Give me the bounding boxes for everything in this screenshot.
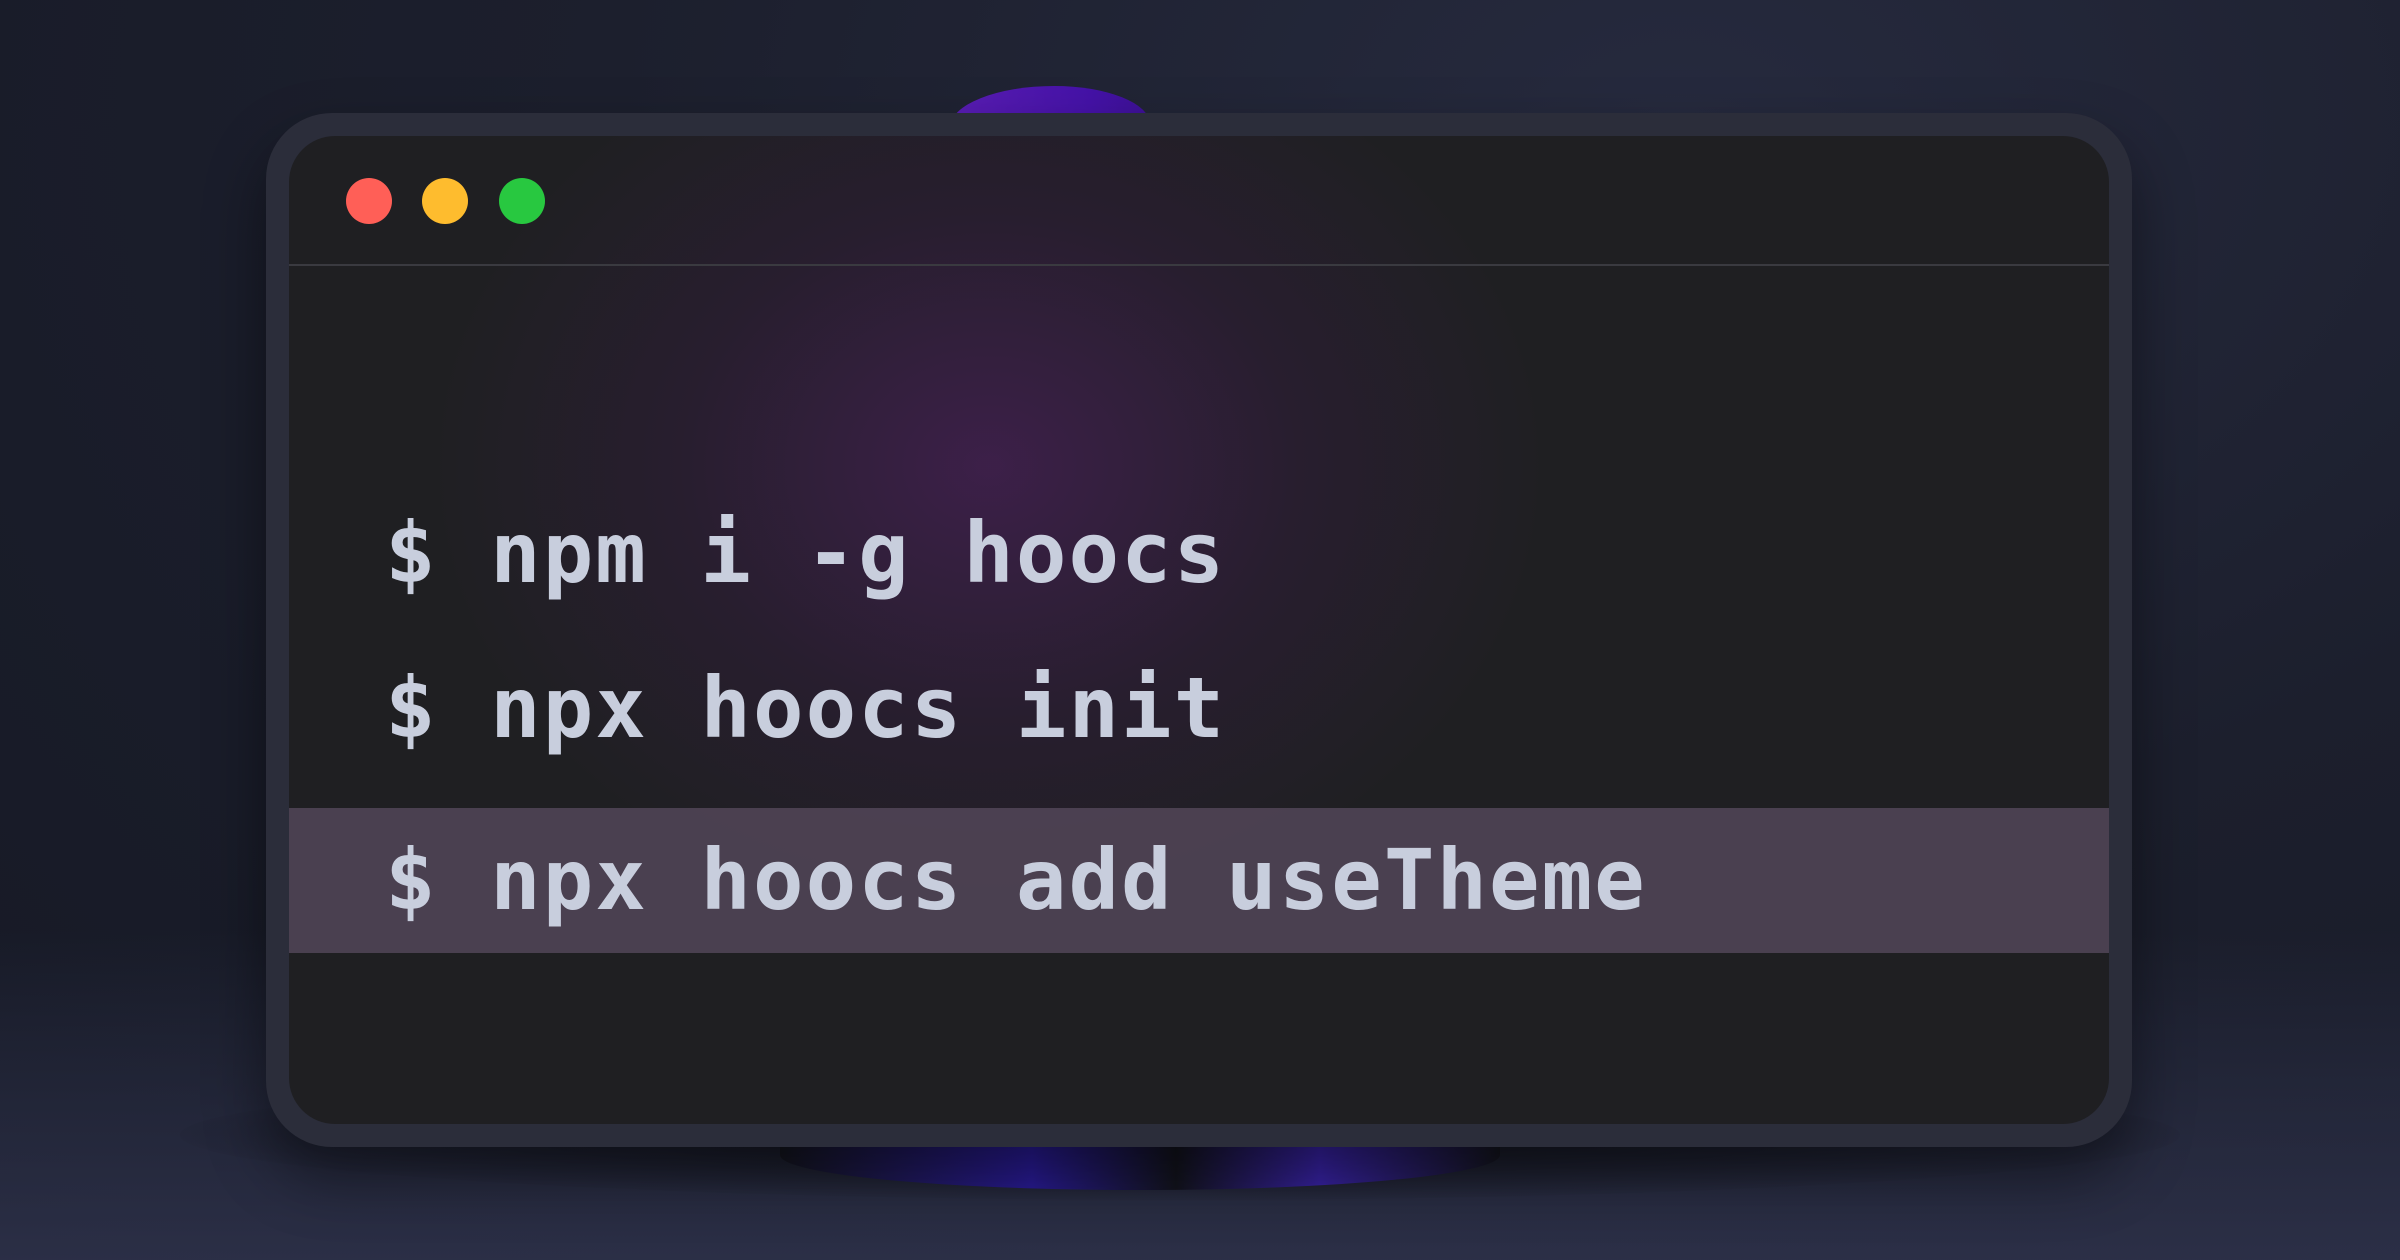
terminal-line-highlighted[interactable]: $ npx hoocs add useTheme: [289, 808, 2109, 953]
terminal-window: $ npm i -g hoocs $ npx hoocs init $ npx …: [289, 136, 2109, 1124]
terminal-line: $ npx hoocs init: [385, 659, 1227, 757]
title-bar: [289, 136, 2109, 266]
device-frame: $ npm i -g hoocs $ npx hoocs init $ npx …: [266, 113, 2132, 1147]
close-button[interactable]: [346, 178, 392, 224]
minimize-button[interactable]: [422, 178, 468, 224]
maximize-button[interactable]: [499, 178, 545, 224]
terminal-line: $ npm i -g hoocs: [385, 504, 1227, 602]
